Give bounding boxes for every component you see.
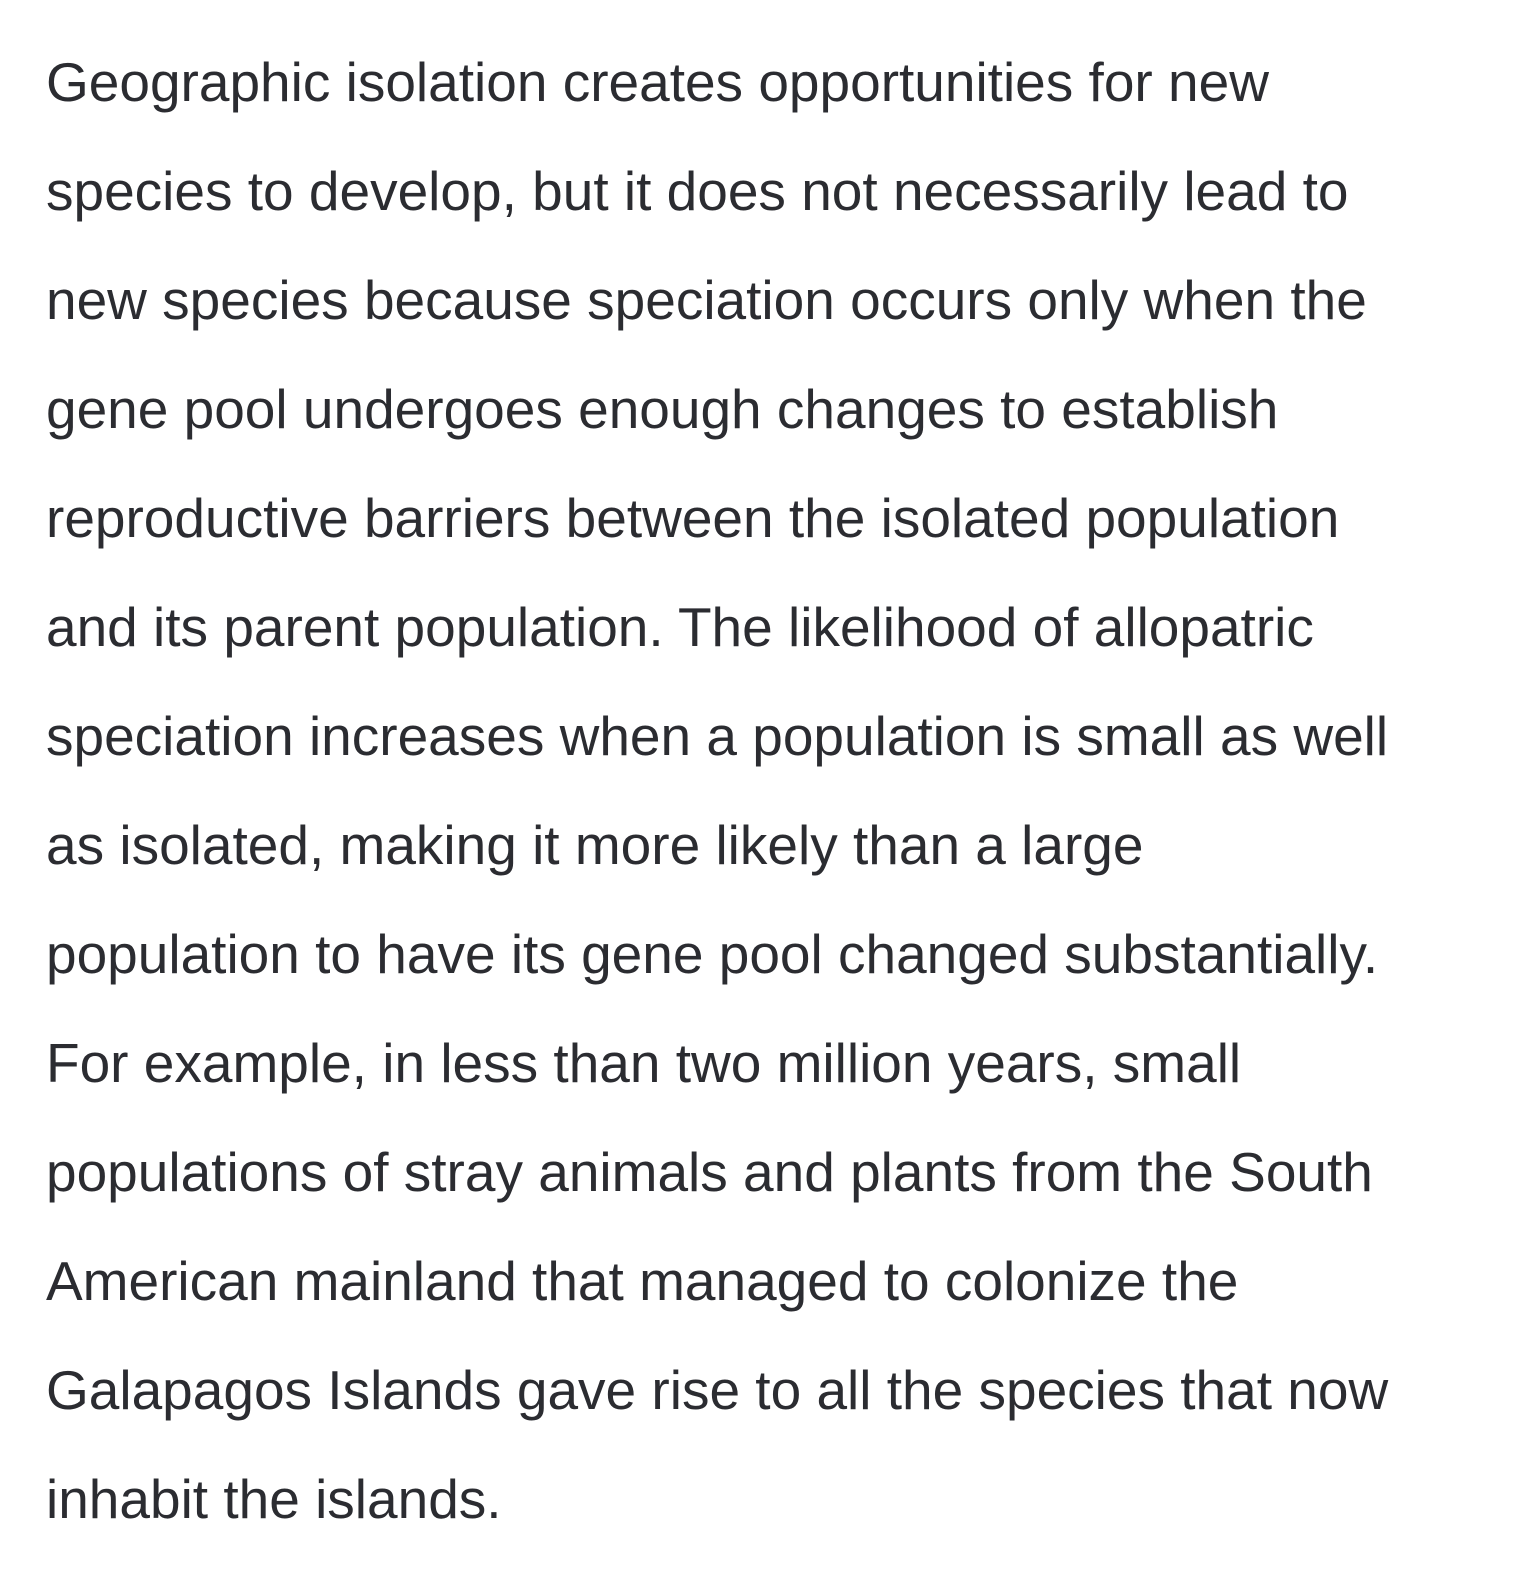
paragraph-line: population to have its gene pool changed…	[46, 923, 1379, 985]
paragraph-line: and its parent population. The likelihoo…	[46, 596, 1314, 658]
body-paragraph: Geographic isolation creates opportuniti…	[46, 28, 1516, 1554]
paragraph-line: new species because speciation occurs on…	[46, 269, 1367, 331]
paragraph-line: populations of stray animals and plants …	[46, 1141, 1373, 1203]
paragraph-line: Galapagos Islands gave rise to all the s…	[46, 1359, 1389, 1421]
paragraph-line: species to develop, but it does not nece…	[46, 160, 1349, 222]
paragraph-line: American mainland that managed to coloni…	[46, 1250, 1239, 1312]
paragraph-line: speciation increases when a population i…	[46, 705, 1389, 767]
paragraph-line: Geographic isolation creates opportuniti…	[46, 51, 1269, 113]
paragraph-line: gene pool undergoes enough changes to es…	[46, 378, 1279, 440]
paragraph-line: reproductive barriers between the isolat…	[46, 487, 1340, 549]
text-document: Geographic isolation creates opportuniti…	[46, 28, 1516, 1554]
paragraph-line: as isolated, making it more likely than …	[46, 814, 1144, 876]
paragraph-line: inhabit the islands.	[46, 1468, 502, 1530]
paragraph-line: For example, in less than two million ye…	[46, 1032, 1242, 1094]
